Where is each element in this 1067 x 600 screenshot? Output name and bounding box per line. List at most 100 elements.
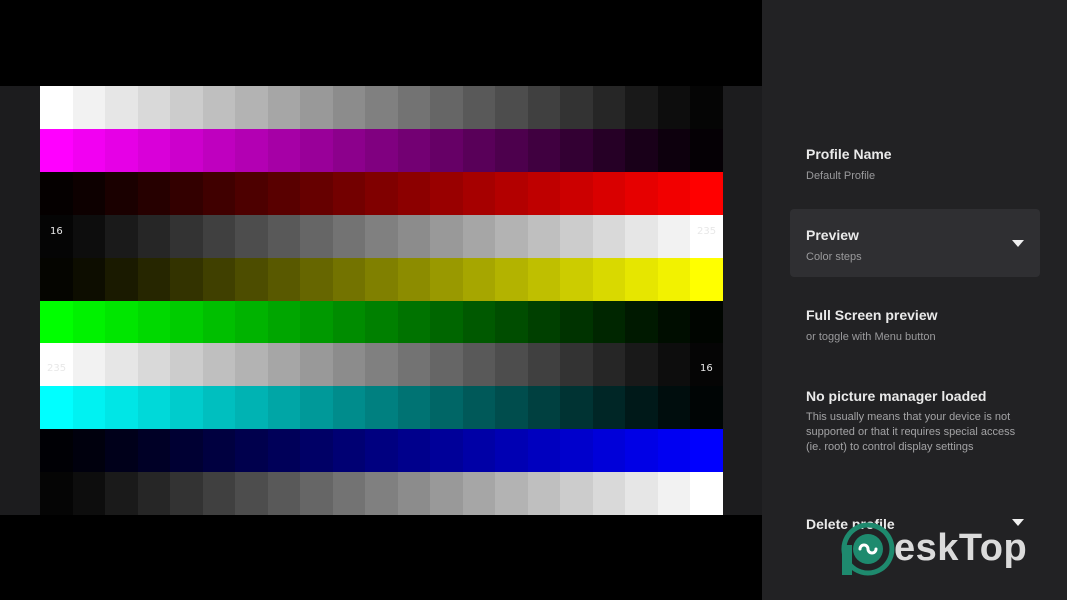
color-step: [72, 128, 106, 172]
color-step: [495, 171, 529, 215]
color-step: [202, 386, 236, 430]
color-step: [430, 472, 464, 516]
color-step: [267, 429, 301, 473]
color-step: [430, 214, 464, 258]
color-step: [397, 300, 431, 344]
color-step: [430, 171, 464, 215]
color-step: [170, 300, 204, 344]
color-step: [365, 171, 399, 215]
color-step: [202, 343, 236, 387]
color-step: [625, 386, 659, 430]
color-step: [657, 386, 691, 430]
color-step: [462, 343, 496, 387]
gray-ramp-top: [40, 86, 724, 129]
color-step: [657, 472, 691, 516]
color-step: [137, 386, 171, 430]
color-step: [625, 128, 659, 172]
color-step: [202, 257, 236, 301]
color-step: [137, 343, 171, 387]
color-step: [657, 86, 691, 129]
color-step: [170, 343, 204, 387]
color-step: [462, 171, 496, 215]
color-step: [72, 429, 106, 473]
color-step: [495, 343, 529, 387]
color-step: [657, 128, 691, 172]
color-step: [137, 86, 171, 129]
full-screen-preview-setting[interactable]: Full Screen preview or toggle with Menu …: [790, 292, 1040, 360]
color-step: [527, 343, 561, 387]
color-step: [137, 171, 171, 215]
color-step: [462, 86, 496, 129]
color-step: [40, 386, 73, 430]
color-step: [657, 257, 691, 301]
color-step: [690, 429, 724, 473]
profile-name-setting[interactable]: Profile Name Default Profile: [790, 132, 1040, 200]
preview-right-border: [723, 86, 762, 515]
color-step: [267, 171, 301, 215]
color-step: [495, 214, 529, 258]
color-step: [625, 171, 659, 215]
color-step: [495, 300, 529, 344]
color-step: [657, 171, 691, 215]
color-step: [462, 128, 496, 172]
color-step: [332, 128, 366, 172]
color-step: [560, 86, 594, 129]
color-step: [397, 171, 431, 215]
color-step: [332, 171, 366, 215]
color-step: [105, 171, 139, 215]
color-step: [625, 257, 659, 301]
color-step: [40, 429, 73, 473]
color-step: [300, 300, 334, 344]
preview-value: Color steps: [806, 251, 862, 263]
color-step: [592, 86, 626, 129]
color-step: [527, 86, 561, 129]
color-step: [72, 343, 106, 387]
color-step: [430, 128, 464, 172]
level-label-right-top: 235: [697, 226, 717, 237]
color-step: [560, 429, 594, 473]
color-step: [40, 171, 73, 215]
color-step: [657, 214, 691, 258]
color-step: [495, 386, 529, 430]
color-step: [300, 214, 334, 258]
color-step: [430, 386, 464, 430]
color-step: [105, 429, 139, 473]
color-step: [235, 429, 269, 473]
color-step: [560, 300, 594, 344]
color-step: [105, 386, 139, 430]
color-step: [527, 429, 561, 473]
gray-ramp-bottom: [40, 472, 724, 516]
full-screen-title: Full Screen preview: [806, 307, 938, 323]
color-step: [397, 343, 431, 387]
preview-setting[interactable]: Preview Color steps: [790, 209, 1040, 277]
color-step: [592, 343, 626, 387]
color-step: [105, 300, 139, 344]
color-step: [397, 386, 431, 430]
color-bars: [40, 86, 724, 516]
color-step: [300, 429, 334, 473]
color-step: [527, 128, 561, 172]
color-step: [40, 86, 73, 129]
color-step: [267, 128, 301, 172]
preview-left-border: [0, 86, 40, 515]
color-step: [332, 257, 366, 301]
color-step: [592, 472, 626, 516]
color-step: [462, 214, 496, 258]
color-step: [527, 214, 561, 258]
color-step: [235, 300, 269, 344]
color-step: [527, 300, 561, 344]
color-step: [137, 214, 171, 258]
color-step: [235, 86, 269, 129]
color-step: [170, 214, 204, 258]
color-step: [560, 257, 594, 301]
color-step: [365, 386, 399, 430]
color-step: [495, 257, 529, 301]
color-step: [235, 386, 269, 430]
color-step: [137, 257, 171, 301]
color-step: [72, 386, 106, 430]
color-step: [137, 429, 171, 473]
color-step: [332, 472, 366, 516]
gray-ramp-3: [40, 343, 724, 387]
color-step: [235, 257, 269, 301]
color-step: [332, 386, 366, 430]
